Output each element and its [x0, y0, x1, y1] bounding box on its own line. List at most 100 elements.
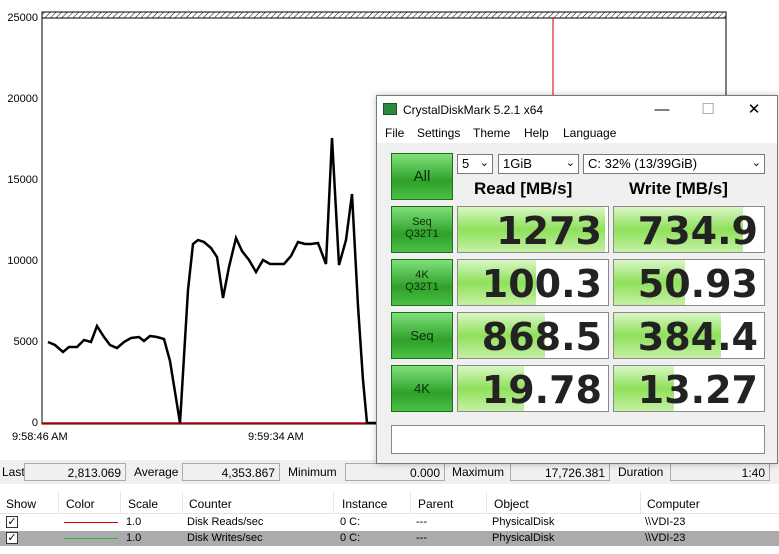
instance-cell: 0 C: [340, 532, 361, 544]
duration-label: Duration [618, 465, 664, 479]
counter-list: Show Color Scale Counter Instance Parent… [0, 492, 779, 554]
column-divider[interactable] [333, 492, 334, 514]
column-divider[interactable] [486, 492, 487, 514]
test-param: Q32T1 [405, 281, 439, 293]
read-value: 1273 [496, 209, 602, 253]
chevron-down-icon: ⌄ [565, 157, 575, 169]
counter-list-header: Show Color Scale Counter Instance Parent… [0, 492, 779, 514]
write-value: 50.93 [637, 262, 758, 306]
4k-q32t1-read-result: 100.3 [457, 259, 609, 306]
app-icon [383, 103, 397, 115]
write-value: 384.4 [637, 315, 758, 359]
menu-settings[interactable]: Settings [417, 126, 460, 140]
crystaldiskmark-window: CrystalDiskMark 5.2.1 x64 — ☐ ✕ File Set… [376, 95, 778, 464]
comment-field[interactable] [391, 425, 765, 454]
counter-row-disk-reads[interactable]: ✓ 1.0 Disk Reads/sec 0 C: --- PhysicalDi… [0, 515, 779, 530]
average-value: 4,353.867 [182, 463, 280, 481]
4k-write-result: 13.27 [613, 365, 765, 412]
4k-q32t1-button[interactable]: 4K Q32T1 [391, 259, 453, 306]
x-tick: 9:59:34 AM [248, 431, 304, 443]
object-cell: PhysicalDisk [492, 516, 555, 528]
seq-button[interactable]: Seq [391, 312, 453, 359]
col-header-show[interactable]: Show [6, 497, 36, 511]
scale-cell: 1.0 [126, 532, 142, 544]
column-divider[interactable] [120, 492, 121, 514]
menu-file[interactable]: File [385, 126, 404, 140]
object-cell: PhysicalDisk [492, 532, 555, 544]
test-name: Seq [412, 216, 432, 228]
test-name: 4K [415, 269, 429, 281]
column-divider[interactable] [410, 492, 411, 514]
col-header-scale[interactable]: Scale [128, 497, 158, 511]
seq-write-result: 384.4 [613, 312, 765, 359]
y-tick: 5000 [13, 336, 38, 348]
test-name: 4K [414, 381, 430, 396]
y-tick: 25000 [7, 12, 38, 24]
x-tick: 9:58:46 AM [12, 431, 68, 443]
average-label: Average [134, 465, 179, 479]
minimum-label: Minimum [288, 465, 337, 479]
menu-help[interactable]: Help [524, 126, 549, 140]
col-header-computer[interactable]: Computer [647, 497, 700, 511]
read-value: 868.5 [481, 315, 602, 359]
drive-value: C: 32% (13/39GiB) [588, 156, 698, 171]
series-color-swatch [64, 538, 118, 539]
seq-q32t1-button[interactable]: Seq Q32T1 [391, 206, 453, 253]
write-column-header: Write [MB/s] [629, 179, 728, 198]
col-header-color[interactable]: Color [66, 497, 95, 511]
computer-cell: \\VDI-23 [645, 516, 686, 528]
last-value: 2,813.069 [24, 463, 126, 481]
counter-cell: Disk Reads/sec [187, 516, 264, 528]
write-value: 734.9 [637, 209, 758, 253]
test-param: Q32T1 [405, 228, 439, 240]
test-size-select[interactable]: 1GiB ⌄ [498, 154, 579, 174]
counter-row-disk-writes[interactable]: ✓ 1.0 Disk Writes/sec 0 C: --- PhysicalD… [0, 531, 779, 546]
perfmon-window: 25000 20000 15000 10000 5000 0 9:58:46 A… [0, 0, 779, 554]
seq-read-result: 868.5 [457, 312, 609, 359]
y-tick: 10000 [7, 255, 38, 267]
column-divider[interactable] [640, 492, 641, 514]
4k-read-result: 19.78 [457, 365, 609, 412]
4k-button[interactable]: 4K [391, 365, 453, 412]
window-title: CrystalDiskMark 5.2.1 x64 [403, 103, 544, 117]
read-value: 19.78 [481, 368, 602, 412]
col-header-parent[interactable]: Parent [418, 497, 453, 511]
series-color-swatch [64, 522, 118, 523]
column-divider[interactable] [58, 492, 59, 514]
seq-q32t1-read-result: 1273 [457, 206, 609, 253]
minimize-button[interactable]: — [639, 96, 685, 123]
column-divider[interactable] [182, 492, 183, 514]
read-value: 100.3 [481, 262, 602, 306]
maximum-value: 17,726.381 [510, 463, 610, 481]
y-tick: 0 [31, 417, 38, 429]
drive-select[interactable]: C: 32% (13/39GiB) ⌄ [583, 154, 765, 174]
instance-cell: 0 C: [340, 516, 361, 528]
computer-cell: \\VDI-23 [645, 532, 686, 544]
run-all-button[interactable]: All [391, 153, 453, 200]
show-checkbox[interactable]: ✓ [6, 532, 18, 544]
read-column-header: Read [MB/s] [474, 179, 573, 198]
parent-cell: --- [416, 532, 427, 544]
test-name: Seq [410, 328, 434, 343]
test-count-select[interactable]: 5 ⌄ [457, 154, 493, 174]
maximize-button[interactable]: ☐ [685, 96, 731, 123]
y-tick: 20000 [7, 93, 38, 105]
menu-theme[interactable]: Theme [473, 126, 510, 140]
close-button[interactable]: ✕ [731, 96, 777, 123]
counter-cell: Disk Writes/sec [187, 532, 263, 544]
minimum-value: 0.000 [345, 463, 445, 481]
col-header-counter[interactable]: Counter [189, 497, 232, 511]
col-header-instance[interactable]: Instance [342, 497, 387, 511]
menu-language[interactable]: Language [563, 126, 616, 140]
chevron-down-icon: ⌄ [751, 157, 761, 169]
parent-cell: --- [416, 516, 427, 528]
seq-q32t1-write-result: 734.9 [613, 206, 765, 253]
chevron-down-icon: ⌄ [479, 157, 489, 169]
title-bar[interactable]: CrystalDiskMark 5.2.1 x64 — ☐ ✕ [377, 96, 777, 123]
maximum-label: Maximum [452, 465, 505, 479]
col-header-object[interactable]: Object [494, 497, 529, 511]
scale-cell: 1.0 [126, 516, 142, 528]
test-count-value: 5 [462, 156, 470, 171]
show-checkbox[interactable]: ✓ [6, 516, 18, 528]
write-value: 13.27 [637, 368, 758, 412]
